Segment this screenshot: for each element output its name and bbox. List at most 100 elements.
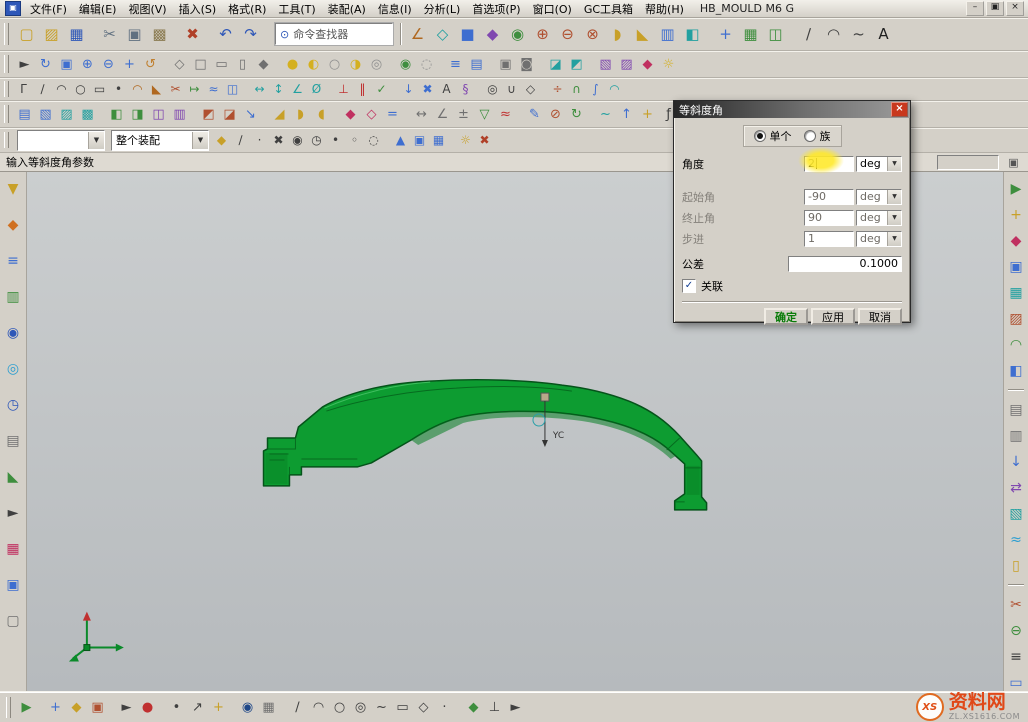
- toolbar-grip[interactable]: [4, 105, 9, 123]
- hd3d-tools-icon[interactable]: ◉: [3, 322, 24, 343]
- measure-distance-icon[interactable]: ↔: [411, 104, 432, 125]
- core-cavity-icon[interactable]: ◧: [1006, 360, 1027, 381]
- menu-item-5[interactable]: 工具(T): [272, 2, 321, 17]
- web-browser-icon[interactable]: ◎: [3, 358, 24, 379]
- selection-scope-combo[interactable]: 整个装配 ▼: [111, 130, 209, 151]
- constraint-navigator-icon[interactable]: ◆: [3, 214, 24, 235]
- promote-body-icon[interactable]: ↑: [616, 104, 637, 125]
- deviation-gauge-icon[interactable]: ±: [453, 104, 474, 125]
- delete-icon[interactable]: ✖: [180, 22, 205, 47]
- view-isometric-icon[interactable]: ◆: [253, 54, 274, 75]
- edit-feature-parameters-icon[interactable]: ✎: [524, 104, 545, 125]
- show-hide-icon[interactable]: ◉: [395, 54, 416, 75]
- immediate-hide-icon[interactable]: ◌: [416, 54, 437, 75]
- auto-constrain-icon[interactable]: ✓: [372, 80, 391, 99]
- swept-icon[interactable]: ▧: [35, 104, 56, 125]
- mirror-curve-icon[interactable]: ◫: [223, 80, 242, 99]
- trim-body-icon[interactable]: ◧: [680, 22, 705, 47]
- mold-csys-icon[interactable]: +: [1006, 204, 1027, 225]
- point-constructor-icon[interactable]: •: [166, 697, 187, 718]
- facet-view-icon[interactable]: ◎: [366, 54, 387, 75]
- background-color-icon[interactable]: ▨: [616, 54, 637, 75]
- clip-section-icon[interactable]: ◩: [566, 54, 587, 75]
- close-button[interactable]: ×: [1006, 1, 1024, 16]
- assembly-constraints-icon[interactable]: ◆: [66, 697, 87, 718]
- tolerance-input[interactable]: 0.1000: [788, 256, 902, 272]
- trimmed-sheet-icon[interactable]: ◩: [198, 104, 219, 125]
- x-form-icon[interactable]: ◆: [340, 104, 361, 125]
- selection-filter-combo[interactable]: ▼: [17, 130, 105, 151]
- n-sided-surface-icon[interactable]: ▩: [77, 104, 98, 125]
- snap-point-on-face-icon[interactable]: ◌: [364, 131, 383, 150]
- new-icon[interactable]: ▢: [14, 22, 39, 47]
- bridge-curve-icon[interactable]: ◠: [605, 80, 624, 99]
- menu-item-7[interactable]: 信息(I): [372, 2, 418, 17]
- undo-icon[interactable]: ↶: [213, 22, 238, 47]
- restore-button[interactable]: ▣: [986, 1, 1004, 16]
- menu-item-9[interactable]: 首选项(P): [466, 2, 526, 17]
- cancel-button[interactable]: 取消: [858, 308, 902, 325]
- intersect-icon[interactable]: ⊗: [580, 22, 605, 47]
- draft-icon[interactable]: ◢: [269, 104, 290, 125]
- curve-arc-icon[interactable]: ◠: [308, 697, 329, 718]
- curve-line-icon[interactable]: ∕: [287, 697, 308, 718]
- snap-point-on-curve-icon[interactable]: ◦: [345, 131, 364, 150]
- update-model-icon[interactable]: ↻: [566, 104, 587, 125]
- polygon-icon[interactable]: ◇: [521, 80, 540, 99]
- snap-toggle-icon[interactable]: ◆: [463, 697, 484, 718]
- divide-curve-icon[interactable]: ÷: [548, 80, 567, 99]
- extension-surface-icon[interactable]: ↘: [240, 104, 261, 125]
- datum-csys-icon[interactable]: +: [637, 104, 658, 125]
- angle-input[interactable]: 2: [804, 156, 854, 172]
- select-top-level-icon[interactable]: ▲: [391, 131, 410, 150]
- curve-circle-icon[interactable]: ○: [329, 697, 350, 718]
- project-curve-icon[interactable]: ↓: [399, 80, 418, 99]
- toolbar-grip[interactable]: [6, 697, 11, 718]
- i-form-icon[interactable]: ◇: [361, 104, 382, 125]
- dialog-close-button[interactable]: ×: [891, 102, 908, 117]
- ortho-toggle-icon[interactable]: ⊥: [484, 697, 505, 718]
- chamfer-icon[interactable]: ◣: [630, 22, 655, 47]
- mold-drawing-icon[interactable]: ▭: [1006, 672, 1027, 693]
- measure-angle-icon[interactable]: ∠: [432, 104, 453, 125]
- curve-rectangle-icon[interactable]: ▭: [392, 697, 413, 718]
- process-studio-icon[interactable]: ▤: [3, 430, 24, 451]
- view-front-icon[interactable]: □: [190, 54, 211, 75]
- toolbar-grip[interactable]: [4, 55, 9, 73]
- layer-settings-icon[interactable]: ≡: [445, 54, 466, 75]
- work-layer-icon[interactable]: ▤: [466, 54, 487, 75]
- angular-dimension-icon[interactable]: ∠: [288, 80, 307, 99]
- play-macro-icon[interactable]: ►: [116, 697, 137, 718]
- rapid-dimension-icon[interactable]: ↔: [250, 80, 269, 99]
- parallel-constraint-icon[interactable]: ‖: [353, 80, 372, 99]
- manufacturing-wizard-icon[interactable]: ◣: [3, 466, 24, 487]
- face-blend-icon[interactable]: ◗: [290, 104, 311, 125]
- object-display-icon[interactable]: ▧: [595, 54, 616, 75]
- sub-insert-icon[interactable]: ▧: [1006, 503, 1027, 524]
- csys-constructor-icon[interactable]: +: [208, 697, 229, 718]
- linear-dimension-icon[interactable]: ↕: [269, 80, 288, 99]
- wave-link-icon[interactable]: ~: [595, 104, 616, 125]
- sketch-fillet-icon[interactable]: ◠: [128, 80, 147, 99]
- ellipse-icon[interactable]: ◎: [483, 80, 502, 99]
- helix-icon[interactable]: §: [456, 80, 475, 99]
- menu-item-12[interactable]: 帮助(H): [639, 2, 690, 17]
- menu-item-10[interactable]: 窗口(O): [527, 2, 578, 17]
- text-curve-icon[interactable]: A: [437, 80, 456, 99]
- shaded-with-edges-icon[interactable]: ◐: [303, 54, 324, 75]
- select-crossing-icon[interactable]: ▦: [429, 131, 448, 150]
- world-view-icon[interactable]: ◉: [237, 697, 258, 718]
- point-icon[interactable]: •: [109, 80, 128, 99]
- select-icon[interactable]: ►: [14, 54, 35, 75]
- join-curve-icon[interactable]: ∩: [567, 80, 586, 99]
- save-icon[interactable]: ▦: [64, 22, 89, 47]
- grid-display-icon[interactable]: ▦: [258, 697, 279, 718]
- standard-parts-icon[interactable]: ▥: [1006, 425, 1027, 446]
- menu-item-0[interactable]: 文件(F): [24, 2, 73, 17]
- associative-checkbox-row[interactable]: ✓ 关联: [682, 277, 902, 295]
- view-trimetric-icon[interactable]: ◇: [169, 54, 190, 75]
- command-rail-icon[interactable]: ▶: [16, 697, 37, 718]
- pan-icon[interactable]: +: [119, 54, 140, 75]
- redo-icon[interactable]: ↷: [238, 22, 263, 47]
- rotate-view-icon[interactable]: ↺: [140, 54, 161, 75]
